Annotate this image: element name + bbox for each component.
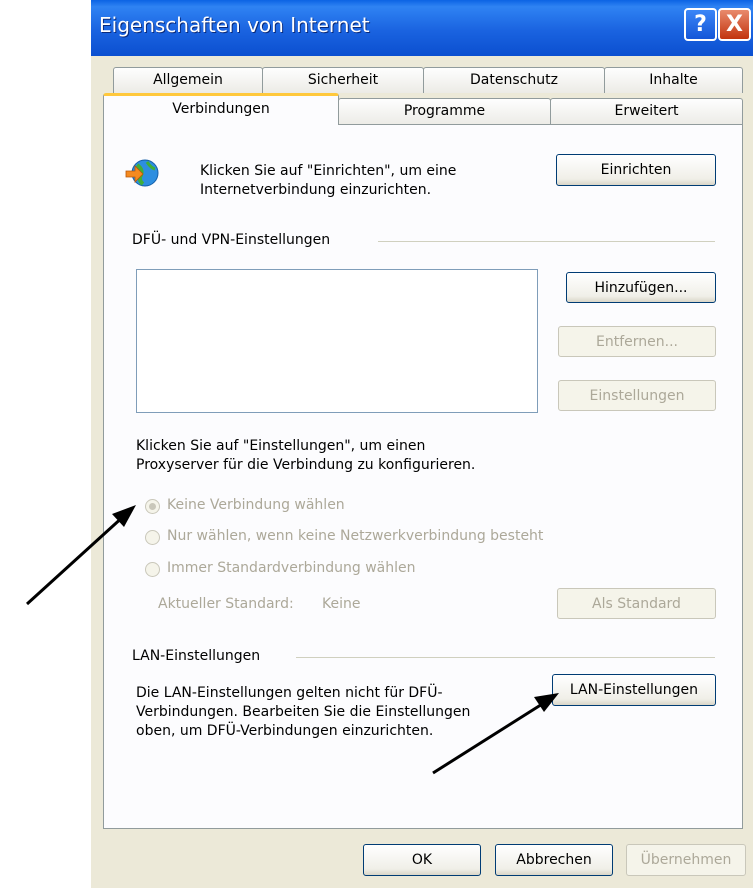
arrow-to-lan-button <box>432 693 559 775</box>
annotation-arrows <box>25 505 559 775</box>
arrow-to-radio-option <box>25 505 136 606</box>
